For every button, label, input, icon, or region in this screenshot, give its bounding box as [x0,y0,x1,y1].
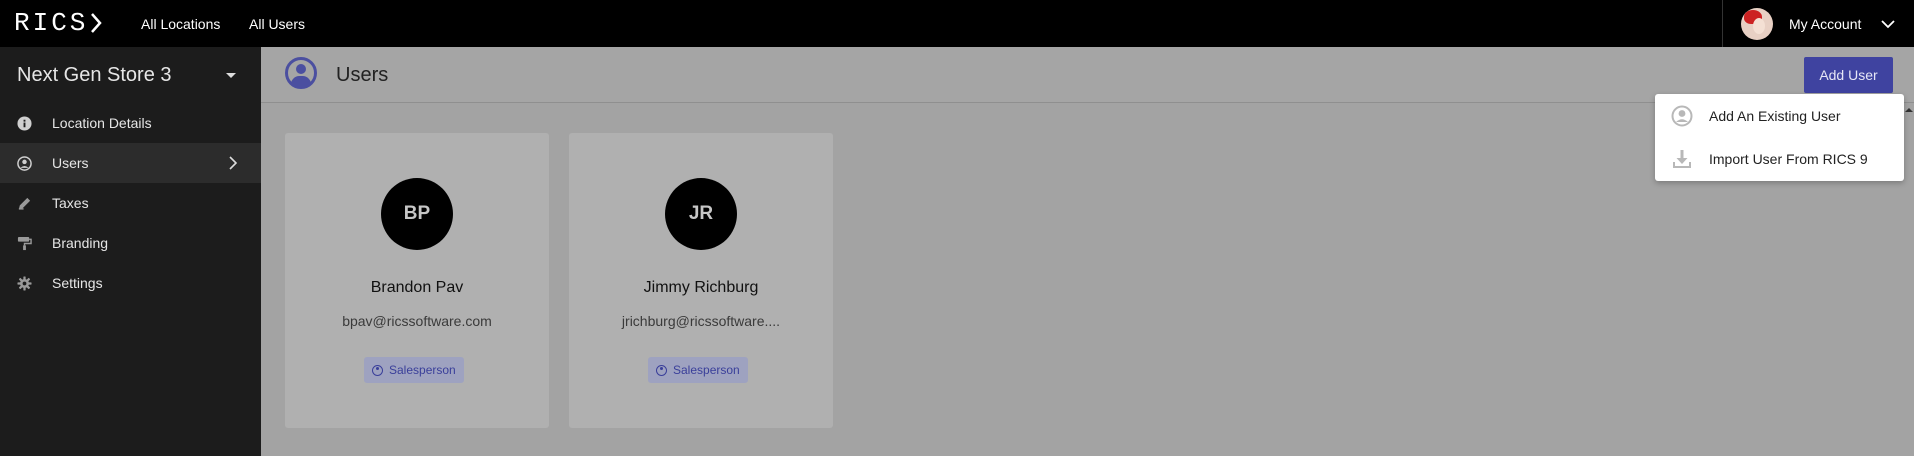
paint-roller-icon [16,235,32,251]
top-bar: RICS All Locations All Users My Account [0,0,1914,47]
scroll-up-icon [1905,108,1913,112]
gear-icon [16,275,32,291]
sidebar-item-location-details[interactable]: Location Details [0,103,261,143]
user-email: jrichburg@ricssoftware.... [621,313,781,329]
users-icon [285,57,317,89]
user-name: Brandon Pav [370,279,464,296]
add-user-dropdown: Add An Existing User Import User From RI… [1655,94,1904,181]
role-label: Salesperson [673,363,740,377]
user-circle-icon [1671,105,1693,127]
sidebar-item-users[interactable]: Users [0,143,261,183]
user-email: bpav@ricssoftware.com [342,313,492,329]
sidebar-item-label: Users [52,155,89,171]
sidebar-item-label: Settings [52,275,103,291]
menu-item-add-existing-user[interactable]: Add An Existing User [1655,94,1904,137]
my-account-label: My Account [1789,15,1862,32]
user-circle-icon [16,155,32,171]
download-icon [1671,148,1693,170]
page-title: Users [336,64,389,86]
store-selector[interactable]: Next Gen Store 3 [0,47,261,103]
sidebar-item-taxes[interactable]: Taxes [0,183,261,223]
user-card[interactable]: JR Jimmy Richburg jrichburg@ricssoftware… [569,133,833,428]
role-label: Salesperson [389,363,456,377]
caret-down-icon [226,73,236,78]
logo-chevron-icon [91,13,103,33]
user-circle-icon [372,364,383,376]
user-name: Jimmy Richburg [643,279,759,296]
chevron-down-icon [1881,19,1896,28]
sidebar-item-label: Location Details [52,115,152,131]
menu-item-import-user[interactable]: Import User From RICS 9 [1655,137,1904,180]
nav-all-users[interactable]: All Users [249,0,305,47]
chevron-right-icon [229,156,238,170]
store-name: Next Gen Store 3 [17,63,172,86]
info-icon [16,115,32,131]
add-user-button[interactable]: Add User [1804,57,1893,93]
pencil-icon [16,195,32,211]
user-avatar-initials: BP [381,178,453,250]
user-avatar-initials: JR [665,178,737,250]
sidebar-item-branding[interactable]: Branding [0,223,261,263]
sidebar-item-settings[interactable]: Settings [0,263,261,303]
sidebar-item-label: Branding [52,235,109,251]
user-card[interactable]: BP Brandon Pav bpav@ricssoftware.com Sal… [285,133,549,428]
avatar [1741,7,1773,40]
menu-item-label: Add An Existing User [1709,107,1841,124]
rics-logo[interactable]: RICS [14,8,103,38]
sidebar: Next Gen Store 3 Location Details Users … [0,47,261,456]
nav-all-locations[interactable]: All Locations [141,0,220,47]
role-badge: Salesperson [648,357,748,383]
role-badge: Salesperson [364,357,464,383]
menu-item-label: Import User From RICS 9 [1709,150,1868,167]
sidebar-item-label: Taxes [52,195,89,211]
logo-text: RICS [14,8,89,38]
user-circle-icon [656,364,667,376]
my-account-menu[interactable]: My Account [1722,0,1914,47]
